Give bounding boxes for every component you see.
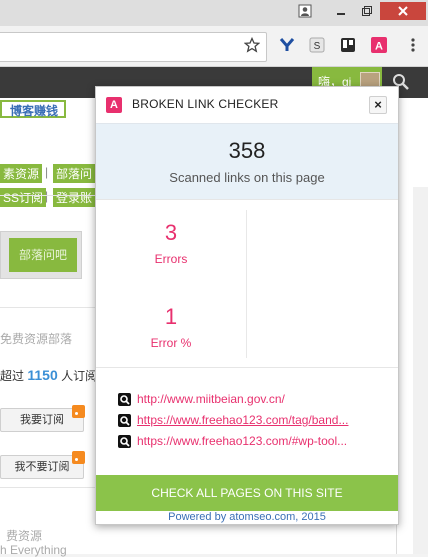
- popup-title: BROKEN LINK CHECKER: [132, 97, 279, 111]
- check-all-pages-button[interactable]: CHECK ALL PAGES ON THIS SITE: [96, 475, 398, 511]
- errors-label: Errors: [154, 252, 188, 266]
- tag-link[interactable]: 登录账: [53, 188, 96, 207]
- inspect-link-icon[interactable]: [118, 392, 131, 406]
- inspect-link-icon[interactable]: [118, 413, 131, 427]
- powered-by-link[interactable]: Powered by atomseo.com, 2015: [96, 511, 398, 524]
- scrollbar[interactable]: [413, 187, 428, 554]
- rss-icon[interactable]: [72, 405, 85, 418]
- divider: [0, 195, 96, 196]
- close-window-icon[interactable]: [380, 2, 426, 20]
- error-percent: 1: [164, 304, 178, 329]
- broken-link[interactable]: https://www.freehao123.com/#wp-tool...: [137, 434, 347, 448]
- kebab-menu-icon[interactable]: [402, 34, 424, 56]
- faded-text: h Everything: [0, 543, 67, 557]
- tag-link[interactable]: SS订阅: [0, 188, 47, 207]
- broken-link-row: https://www.freehao123.com/#wp-tool...: [118, 432, 347, 450]
- rss-icon[interactable]: [72, 451, 85, 464]
- tag-link[interactable]: 素资源: [0, 164, 43, 183]
- separator: |: [45, 165, 49, 179]
- error-stats: 3 Errors 1 Error %: [96, 199, 398, 368]
- browser-tab[interactable]: [0, 2, 156, 26]
- popup-header: A BROKEN LINK CHECKER ×: [96, 87, 398, 123]
- profile-icon[interactable]: [294, 2, 316, 20]
- scanned-count: 358: [228, 138, 266, 163]
- errors-count: 3: [164, 220, 178, 245]
- divider: [0, 487, 96, 488]
- browser-toolbar: S A: [0, 26, 428, 67]
- broken-link-row: http://www.miitbeian.gov.cn/: [118, 390, 285, 408]
- svg-text:A: A: [375, 41, 383, 53]
- tag-link[interactable]: 部落问: [53, 164, 96, 183]
- s-extension-icon[interactable]: S: [306, 34, 328, 56]
- faded-text: 费资源: [6, 529, 43, 543]
- stats-divider: [246, 210, 247, 358]
- address-bar[interactable]: [0, 32, 267, 62]
- faded-text: 免费资源部落: [0, 332, 73, 346]
- atomseo-extension-icon[interactable]: A: [368, 34, 390, 56]
- scanned-label: Scanned links on this page: [169, 170, 325, 185]
- browser-titlebar: [0, 0, 428, 26]
- nav-panel: 部落问吧: [0, 231, 82, 279]
- broken-links-list: http://www.miitbeian.gov.cn/ https://www…: [96, 367, 398, 476]
- inspect-link-icon[interactable]: [118, 434, 131, 448]
- hot-tag[interactable]: 博客赚钱: [0, 100, 66, 118]
- broken-link[interactable]: http://www.miitbeian.gov.cn/: [137, 392, 285, 406]
- broken-link-checker-popup: A BROKEN LINK CHECKER × 358 Scanned link…: [95, 86, 399, 525]
- svg-text:S: S: [314, 41, 321, 52]
- separator: |: [45, 189, 49, 203]
- scanned-summary: 358 Scanned links on this page: [96, 123, 398, 200]
- subscribe-prefix: 超过: [0, 369, 25, 383]
- trello-extension-icon[interactable]: [337, 34, 359, 56]
- subscribe-count: 1150: [27, 367, 58, 383]
- subscribe-suffix: 人订阅: [61, 369, 98, 383]
- broken-link-row: https://www.freehao123.com/tag/band...: [118, 411, 348, 429]
- minimize-icon[interactable]: [330, 2, 352, 20]
- subscribe-stat: 超过 1150 人订阅: [0, 367, 97, 384]
- close-icon[interactable]: ×: [369, 96, 387, 114]
- restore-icon[interactable]: [356, 2, 378, 20]
- nav-button[interactable]: 部落问吧: [9, 238, 77, 272]
- star-icon[interactable]: [241, 34, 263, 56]
- divider: [0, 307, 96, 308]
- broken-link[interactable]: https://www.freehao123.com/tag/band...: [137, 413, 348, 427]
- atomseo-logo-icon: A: [106, 97, 122, 113]
- y-extension-icon[interactable]: [276, 34, 298, 56]
- error-percent-label: Error %: [150, 336, 192, 350]
